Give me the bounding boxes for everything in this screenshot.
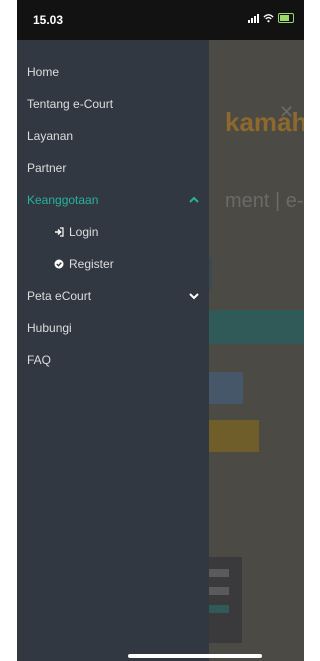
home-indicator[interactable] <box>128 654 262 658</box>
menu-item-peta-ecourt[interactable]: Peta eCourt <box>17 280 209 312</box>
menu-list: Home Tentang e-Court Layanan Partner Kea… <box>17 56 209 376</box>
menu-item-label: Register <box>69 257 114 271</box>
menu-item-keanggotaan[interactable]: Keanggotaan <box>17 184 209 216</box>
signal-icon <box>248 13 259 23</box>
menu-item-register[interactable]: Register <box>17 248 209 280</box>
menu-item-login[interactable]: Login <box>17 216 209 248</box>
menu-item-faq[interactable]: FAQ <box>17 344 209 376</box>
menu-item-label: Hubungi <box>27 321 72 335</box>
check-circle-icon <box>54 259 64 269</box>
menu-item-layanan[interactable]: Layanan <box>17 120 209 152</box>
menu-item-label: Peta eCourt <box>27 289 92 303</box>
menu-item-label: Partner <box>27 161 67 175</box>
chevron-up-icon <box>189 196 199 203</box>
menu-item-tentang-ecourt[interactable]: Tentang e-Court <box>17 88 209 120</box>
status-icons <box>248 13 294 23</box>
background-title: kamah RI <box>225 107 304 137</box>
menu-item-label: Home <box>27 65 60 79</box>
background-subtitle: ment | e- tigation <box>225 190 304 212</box>
wifi-icon <box>263 14 274 23</box>
chevron-down-icon <box>189 293 199 300</box>
sidebar-menu: Home Tentang e-Court Layanan Partner Kea… <box>17 40 209 661</box>
menu-item-home[interactable]: Home <box>17 56 209 88</box>
menu-item-label: Tentang e-Court <box>27 97 114 111</box>
screen: 15.03 ✕ kamah RI ment | e- tigation Home… <box>17 0 304 661</box>
status-time: 15.03 <box>33 13 64 27</box>
menu-item-label: Keanggotaan <box>27 193 99 207</box>
menu-item-hubungi[interactable]: Hubungi <box>17 312 209 344</box>
status-bar: 15.03 <box>17 0 304 40</box>
login-icon <box>55 227 64 237</box>
menu-item-partner[interactable]: Partner <box>17 152 209 184</box>
menu-item-label: FAQ <box>27 353 52 367</box>
phone-frame: 15.03 ✕ kamah RI ment | e- tigation Home… <box>0 0 316 661</box>
battery-icon <box>278 13 294 23</box>
menu-item-label: Login <box>69 225 99 239</box>
menu-item-label: Layanan <box>27 129 74 143</box>
